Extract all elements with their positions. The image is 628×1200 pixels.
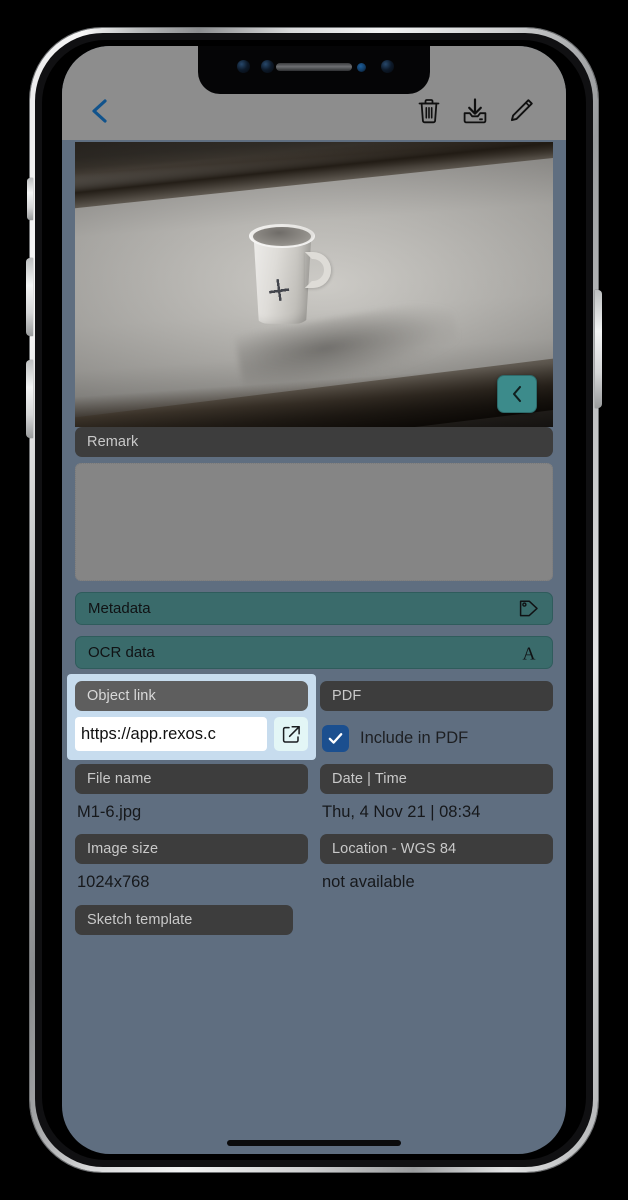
date-time-value: Thu, 4 Nov 21 | 08:34	[322, 803, 481, 821]
sketch-template-label: Sketch template	[75, 905, 293, 935]
open-external-icon[interactable]	[274, 717, 308, 751]
remark-input[interactable]	[75, 463, 553, 581]
location-column: Location - WGS 84 not available	[320, 834, 553, 892]
detail-form: Remark Metadata OCR data A Object link h…	[62, 427, 566, 1154]
delete-button[interactable]	[406, 92, 452, 130]
object-link-column: Object link https://app.rexos.c	[67, 674, 316, 760]
sensor-icon	[261, 60, 274, 73]
earpiece-speaker	[276, 63, 352, 71]
object-link-highlight: Object link https://app.rexos.c	[67, 674, 316, 760]
photo-wood-edge-top	[75, 142, 553, 212]
location-label: Location - WGS 84	[320, 834, 553, 864]
object-link-label: Object link	[75, 681, 308, 711]
power-button[interactable]	[595, 290, 602, 408]
link-pdf-row: Object link https://app.rexos.c PDF Incl…	[67, 674, 553, 760]
front-camera-icon	[237, 60, 250, 73]
remark-label: Remark	[75, 427, 553, 457]
ocr-data-button[interactable]: OCR data A	[75, 636, 553, 669]
location-value: not available	[322, 873, 415, 891]
edit-button[interactable]	[498, 92, 544, 130]
date-time-label: Date | Time	[320, 764, 553, 794]
svg-text:A: A	[523, 643, 536, 663]
volume-down-button[interactable]	[26, 360, 33, 438]
photo-mug	[249, 222, 332, 327]
screenshot-stage: Remark Metadata OCR data A Object link h…	[0, 0, 628, 1200]
image-size-label: Image size	[75, 834, 308, 864]
pdf-column: PDF Include in PDF	[320, 681, 553, 752]
photo-preview[interactable]	[75, 142, 553, 427]
sketch-template-row: Sketch template	[75, 905, 553, 935]
mug-interior	[253, 226, 312, 246]
infrared-sensor-icon	[357, 63, 366, 72]
home-indicator[interactable]	[227, 1140, 401, 1146]
mug-logo	[268, 277, 291, 303]
metadata-label: Metadata	[88, 600, 151, 617]
imagesize-location-row: Image size 1024x768 Location - WGS 84 no…	[75, 834, 553, 892]
file-name-label: File name	[75, 764, 308, 794]
depth-camera-icon	[381, 60, 394, 73]
metadata-button[interactable]: Metadata	[75, 592, 553, 625]
text-a-icon: A	[518, 643, 540, 663]
previous-image-button[interactable]	[497, 375, 537, 413]
mute-switch[interactable]	[27, 178, 33, 220]
photo-image	[75, 142, 553, 427]
file-name-column: File name M1-6.jpg	[75, 764, 308, 822]
download-button[interactable]	[452, 92, 498, 130]
include-in-pdf-checkbox[interactable]	[322, 725, 349, 752]
image-size-column: Image size 1024x768	[75, 834, 308, 892]
back-button[interactable]	[84, 96, 114, 126]
object-link-row: https://app.rexos.c	[75, 717, 308, 751]
file-name-value: M1-6.jpg	[77, 803, 142, 821]
include-in-pdf-row[interactable]: Include in PDF	[320, 725, 553, 752]
tag-icon	[518, 599, 540, 618]
device-notch	[198, 46, 430, 94]
pdf-label: PDF	[320, 681, 553, 711]
date-time-column: Date | Time Thu, 4 Nov 21 | 08:34	[320, 764, 553, 822]
include-in-pdf-label: Include in PDF	[360, 729, 469, 747]
ocr-data-label: OCR data	[88, 644, 155, 661]
image-size-value: 1024x768	[77, 873, 150, 891]
object-link-input[interactable]: https://app.rexos.c	[75, 717, 267, 751]
filename-date-row: File name M1-6.jpg Date | Time Thu, 4 No…	[75, 764, 553, 822]
phone-screen: Remark Metadata OCR data A Object link h…	[62, 46, 566, 1154]
mug-handle	[305, 251, 332, 288]
volume-up-button[interactable]	[26, 258, 33, 336]
